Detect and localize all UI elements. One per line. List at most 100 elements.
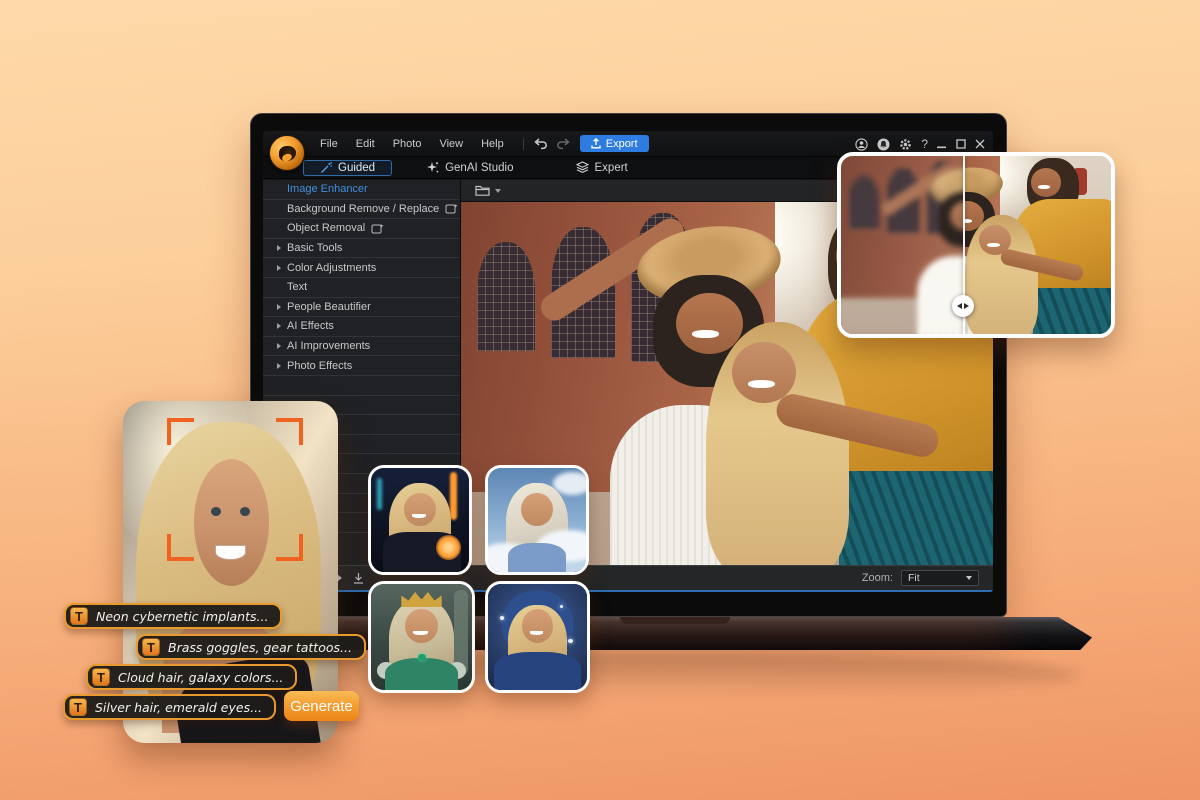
export-button[interactable]: Export	[580, 135, 649, 152]
neon-bar-shape	[377, 478, 382, 509]
menu-view[interactable]: View	[430, 138, 472, 150]
sidebar-item-label: Image Enhancer	[287, 183, 368, 195]
menubar-divider	[523, 138, 524, 150]
sidebar-item-text[interactable]: Text	[263, 278, 460, 298]
prompt-text: Cloud hair, galaxy colors...	[118, 670, 283, 685]
sidebar-item-label: Color Adjustments	[287, 262, 376, 274]
focus-corner-icon	[276, 418, 303, 445]
smile-shape	[413, 631, 427, 635]
slider-right-arrow-icon	[964, 303, 969, 309]
sidebar-item-photo-effects[interactable]: Photo Effects	[263, 356, 460, 376]
focus-corner-icon	[276, 534, 303, 561]
smile-shape	[692, 330, 719, 338]
teal-skirt-shape	[839, 471, 993, 565]
expand-arrow-icon	[277, 304, 281, 310]
menu-help[interactable]: Help	[472, 138, 513, 150]
focus-corner-icon	[167, 418, 194, 445]
prompt-chip[interactable]: T Silver hair, emerald eyes...	[63, 694, 276, 720]
ai-credit-badge-icon	[371, 223, 384, 234]
generated-thumbnail-queen[interactable]	[368, 581, 475, 693]
undo-icon[interactable]	[534, 138, 548, 150]
generated-thumbnail-hooded[interactable]	[485, 581, 590, 693]
settings-gear-icon[interactable]	[899, 138, 912, 151]
generated-thumbnail-clouds[interactable]	[485, 465, 589, 575]
zoom-caret-icon	[966, 576, 972, 580]
sidebar-item-label: AI Effects	[287, 320, 334, 332]
blue-cloak-shape	[494, 652, 581, 692]
tab-guided[interactable]: Guided	[303, 160, 392, 176]
zoom-label: Zoom:	[862, 572, 893, 584]
prompt-chip[interactable]: T Cloud hair, galaxy colors...	[86, 664, 297, 690]
magic-wand-icon	[320, 162, 332, 174]
zoom-dropdown[interactable]: Fit	[901, 570, 979, 586]
text-prompt-icon: T	[92, 668, 110, 686]
blue-dress-shape	[508, 543, 567, 574]
neon-bar-shape	[450, 472, 457, 520]
sidebar-item-object-removal[interactable]: Object Removal	[263, 219, 460, 239]
green-dress-shape	[385, 658, 458, 692]
tab-expert[interactable]: Expert	[576, 161, 628, 174]
expand-arrow-icon	[277, 363, 281, 369]
zoom-value: Fit	[908, 572, 920, 584]
redo-icon[interactable]	[556, 138, 570, 150]
prompt-text: Brass goggles, gear tattoos...	[168, 640, 352, 655]
prompt-chip[interactable]: T Neon cybernetic implants...	[64, 603, 282, 629]
focus-corner-icon	[167, 534, 194, 561]
sidebar-item-color-adjustments[interactable]: Color Adjustments	[263, 258, 460, 278]
smile-shape	[412, 514, 426, 518]
sidebar-item-basic-tools[interactable]: Basic Tools	[263, 239, 460, 259]
smile-shape	[530, 631, 544, 635]
text-prompt-icon: T	[69, 698, 87, 716]
generate-button[interactable]: Generate	[284, 691, 359, 721]
face-shape	[404, 493, 435, 526]
sidebar-item-label: Photo Effects	[287, 360, 352, 372]
export-upload-icon	[591, 138, 601, 149]
sidebar-item-background-remove[interactable]: Background Remove / Replace	[263, 200, 460, 220]
sidebar-item-people-beautifier[interactable]: People Beautifier	[263, 298, 460, 318]
photodirector-logo-icon	[269, 135, 305, 171]
pin-view-icon[interactable]	[352, 572, 365, 584]
zoom-control: Zoom: Fit	[862, 570, 979, 586]
sparkle-shape	[500, 616, 504, 620]
help-icon[interactable]: ?	[921, 137, 928, 151]
sidebar-item-label: Text	[287, 281, 307, 293]
text-prompt-icon: T	[70, 607, 88, 625]
prompt-chip[interactable]: T Brass goggles, gear tattoos...	[136, 634, 366, 660]
emerald-necklace-shape	[418, 654, 425, 660]
ai-credit-badge-icon	[445, 203, 458, 214]
maximize-icon[interactable]	[956, 139, 966, 149]
tab-expert-label: Expert	[595, 162, 628, 174]
sidebar-item-label: Basic Tools	[287, 242, 342, 254]
sidebar-empty-row	[263, 376, 460, 396]
menu-photo[interactable]: Photo	[384, 138, 431, 150]
sidebar-item-image-enhancer[interactable]: Image Enhancer	[263, 180, 460, 200]
sidebar-item-ai-effects[interactable]: AI Effects	[263, 317, 460, 337]
expand-arrow-icon	[277, 343, 281, 349]
tab-guided-label: Guided	[338, 162, 375, 174]
sidebar-item-label: AI Improvements	[287, 340, 370, 352]
sidebar-item-label: Object Removal	[287, 222, 365, 234]
face-detection-frame	[167, 418, 303, 561]
close-icon[interactable]	[975, 139, 985, 149]
open-folder-icon[interactable]	[475, 184, 501, 197]
face-shape	[405, 609, 437, 643]
face-shape	[521, 493, 552, 526]
prompt-text: Neon cybernetic implants...	[96, 609, 268, 624]
smile-shape	[748, 380, 775, 388]
sidebar-item-label: Background Remove / Replace	[287, 203, 439, 215]
minimize-icon[interactable]	[937, 139, 947, 149]
account-icon[interactable]	[855, 138, 868, 151]
slider-left-arrow-icon	[957, 303, 962, 309]
before-photo-blurred	[841, 156, 963, 334]
before-after-card	[837, 152, 1115, 338]
arched-window-shape	[477, 242, 536, 351]
generated-thumbnail-cyberpunk[interactable]	[368, 465, 472, 575]
menu-edit[interactable]: Edit	[347, 138, 384, 150]
tab-genai-studio[interactable]: GenAI Studio	[426, 161, 513, 174]
sidebar-item-ai-improvements[interactable]: AI Improvements	[263, 337, 460, 357]
notifications-bell-icon[interactable]	[877, 138, 890, 151]
marketing-hero: File Edit Photo View Help	[0, 0, 1200, 800]
comparison-slider-handle[interactable]	[952, 295, 974, 317]
expand-arrow-icon	[277, 265, 281, 271]
menu-file[interactable]: File	[311, 138, 347, 150]
